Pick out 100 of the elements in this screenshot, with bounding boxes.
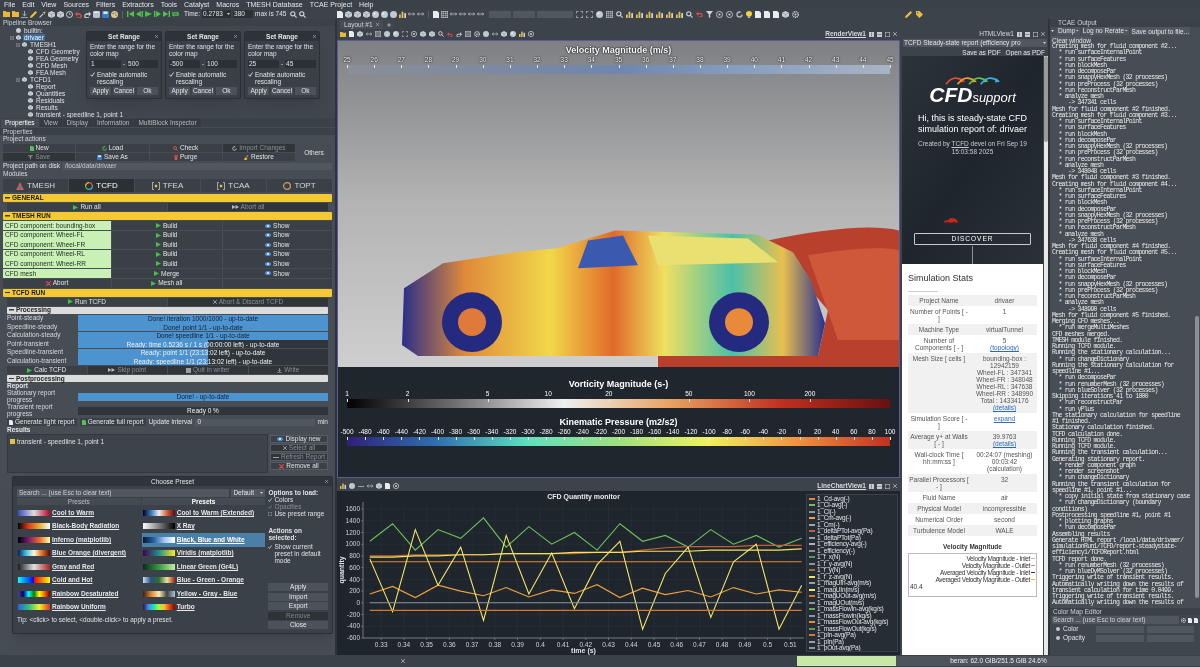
scrollbar-thumb[interactable] [1044, 56, 1048, 142]
download-icon[interactable] [21, 10, 28, 18]
caret-icon[interactable] [1051, 30, 1054, 32]
cube-icon[interactable] [429, 31, 435, 37]
split-view-icon[interactable] [1025, 31, 1030, 37]
module-tab[interactable]: TCFD [69, 179, 134, 192]
magnifier-icon[interactable] [616, 10, 623, 18]
dot-icon[interactable] [384, 31, 390, 37]
module-tab[interactable]: TCAA [201, 179, 266, 192]
dot-icon[interactable] [483, 31, 489, 37]
skip-forward-icon[interactable] [163, 11, 170, 17]
sphere-icon[interactable] [596, 10, 603, 18]
close-icon[interactable] [1041, 32, 1045, 36]
double-arrow-icon[interactable] [367, 484, 373, 488]
pencil-icon[interactable] [905, 10, 912, 18]
close-icon[interactable] [234, 35, 237, 38]
close-icon[interactable] [155, 35, 158, 38]
expand-icon[interactable] [576, 10, 583, 18]
maximize-icon[interactable] [885, 483, 890, 489]
expand-icon[interactable] [586, 10, 593, 18]
undo-icon[interactable] [696, 11, 703, 17]
target-icon[interactable] [528, 31, 534, 37]
sphere-icon[interactable] [372, 10, 379, 18]
refresh-icon[interactable] [736, 10, 743, 18]
double-arrow-icon[interactable] [468, 12, 475, 16]
magnifier-icon[interactable] [290, 10, 298, 18]
cube-icon[interactable] [345, 10, 352, 18]
settings-icon[interactable] [474, 31, 480, 37]
bar-chart-icon[interactable] [340, 483, 346, 489]
double-arrow-icon[interactable] [450, 12, 457, 16]
bar-chart-icon[interactable] [519, 31, 525, 37]
bulb-icon[interactable] [746, 10, 752, 18]
double-arrow-icon[interactable] [477, 12, 484, 16]
module-tab[interactable]: TOPT [267, 179, 332, 192]
bar-chart-icon[interactable] [636, 10, 643, 18]
double-arrow-icon[interactable] [408, 12, 415, 16]
sphere-icon[interactable] [393, 31, 399, 37]
expand-icon[interactable] [402, 31, 408, 37]
cube-icon[interactable] [354, 10, 361, 18]
split-view-icon[interactable] [869, 483, 874, 489]
loop-icon[interactable] [172, 11, 179, 17]
palette-icon[interactable] [111, 10, 118, 18]
grid-icon[interactable] [441, 10, 448, 18]
split-view-icon[interactable] [877, 483, 882, 489]
cube-icon[interactable] [57, 10, 64, 18]
play-icon[interactable] [145, 11, 152, 17]
cube-icon[interactable] [376, 483, 382, 489]
split-view-icon[interactable] [1017, 31, 1022, 37]
close-icon[interactable] [325, 480, 328, 483]
bar-chart-icon[interactable] [646, 10, 653, 18]
double-arrow-icon[interactable] [417, 12, 424, 16]
magnifier-icon[interactable] [686, 10, 693, 18]
maximize-icon[interactable] [1033, 31, 1038, 37]
step-back-icon[interactable] [136, 11, 143, 17]
step-forward-icon[interactable] [154, 11, 161, 17]
sphere-icon[interactable] [381, 10, 388, 18]
close-icon[interactable] [313, 35, 316, 38]
redo-icon[interactable] [84, 10, 91, 18]
skip-back-icon[interactable] [127, 11, 134, 17]
settings-icon[interactable] [792, 10, 799, 18]
settings-icon[interactable] [1181, 617, 1186, 623]
funnel-icon[interactable] [706, 10, 713, 18]
cube-icon[interactable] [363, 10, 370, 18]
close-icon[interactable] [893, 32, 897, 36]
maximize-icon[interactable] [885, 31, 890, 37]
close-icon[interactable] [375, 23, 379, 26]
target-icon[interactable] [393, 483, 399, 489]
undo-icon[interactable] [447, 31, 453, 37]
pencil-icon[interactable] [30, 10, 37, 18]
collapse-toggle-icon[interactable] [10, 35, 14, 40]
checkbox[interactable] [268, 511, 273, 516]
cube-icon[interactable] [48, 10, 55, 18]
bar-chart-icon[interactable] [666, 10, 673, 18]
bar-chart-icon[interactable] [656, 10, 663, 18]
double-arrow-icon[interactable] [492, 32, 498, 36]
folder-icon[interactable] [340, 31, 346, 37]
dot-icon[interactable] [390, 10, 397, 18]
wand-icon[interactable] [39, 10, 46, 18]
module-tab[interactable]: TMESH [3, 179, 68, 192]
close-icon[interactable] [893, 484, 897, 488]
close-icon[interactable] [401, 659, 405, 663]
double-arrow-icon[interactable] [459, 12, 466, 16]
double-arrow-icon[interactable] [366, 32, 372, 36]
bar-chart-icon[interactable] [626, 10, 633, 18]
collapse-toggle-icon[interactable] [16, 77, 20, 82]
collapse-toggle-icon[interactable] [16, 42, 20, 47]
page-icon[interactable] [337, 10, 343, 18]
cube-icon[interactable] [420, 31, 426, 37]
target-icon[interactable] [411, 31, 417, 37]
cylinder-icon[interactable] [93, 10, 100, 18]
redo-icon[interactable] [456, 31, 462, 37]
magnifier-icon[interactable] [299, 10, 307, 18]
line-icon[interactable] [358, 485, 364, 487]
magnifier-icon[interactable] [438, 31, 444, 37]
split-view-icon[interactable] [877, 31, 882, 37]
scrollbar-thumb[interactable] [1195, 316, 1199, 598]
cube-icon[interactable] [357, 31, 363, 37]
cube-icon[interactable] [501, 31, 507, 37]
dot-icon[interactable] [349, 483, 355, 489]
clock-icon[interactable] [66, 10, 73, 18]
